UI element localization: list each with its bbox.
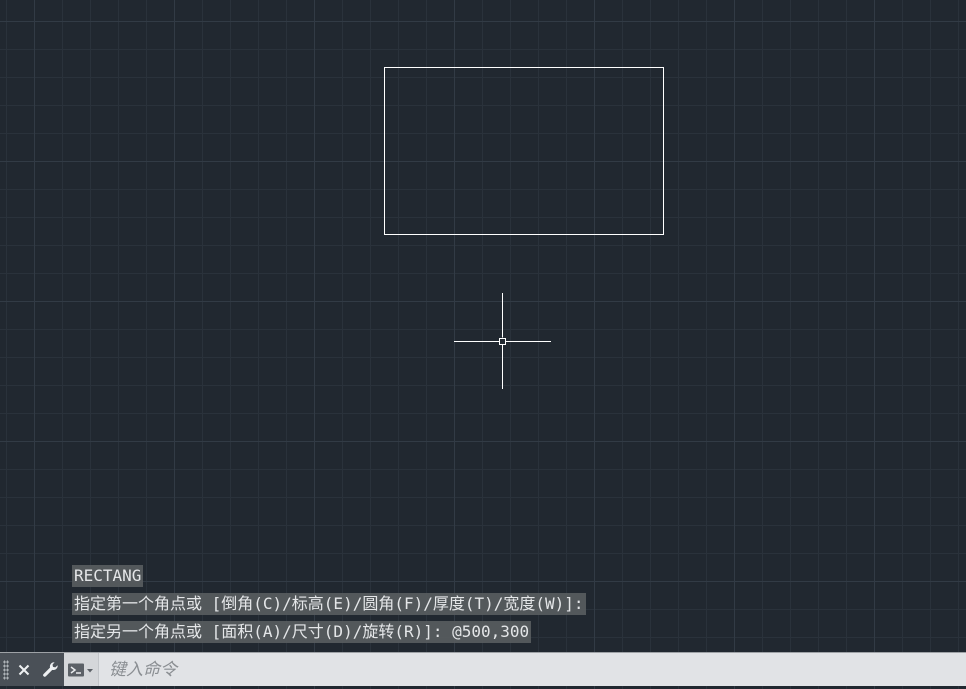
command-history-line: 指定第一个角点或 [倒角(C)/标高(E)/圆角(F)/厚度(T)/宽度(W)]…	[72, 593, 586, 615]
command-history: RECTANG 指定第一个角点或 [倒角(C)/标高(E)/圆角(F)/厚度(T…	[72, 565, 586, 649]
crosshair-cursor-icon	[454, 293, 551, 389]
command-input[interactable]	[99, 653, 966, 686]
close-icon	[18, 664, 30, 675]
command-history-line: RECTANG	[72, 565, 144, 587]
command-line-bar	[0, 652, 966, 686]
drag-grip-handle[interactable]	[3, 659, 9, 680]
autocad-drawing-window: RECTANG 指定第一个角点或 [倒角(C)/标高(E)/圆角(F)/厚度(T…	[0, 0, 966, 689]
command-prompt-icon	[68, 663, 93, 676]
command-line-controls	[0, 653, 64, 686]
recent-commands-button[interactable]	[64, 653, 99, 686]
wrench-icon	[43, 661, 58, 677]
command-history-line: 指定另一个角点或 [面积(A)/尺寸(D)/旋转(R)]: @500,300	[72, 621, 532, 643]
pickbox	[499, 338, 506, 345]
customize-button[interactable]	[39, 658, 63, 682]
close-command-line-button[interactable]	[13, 659, 35, 681]
